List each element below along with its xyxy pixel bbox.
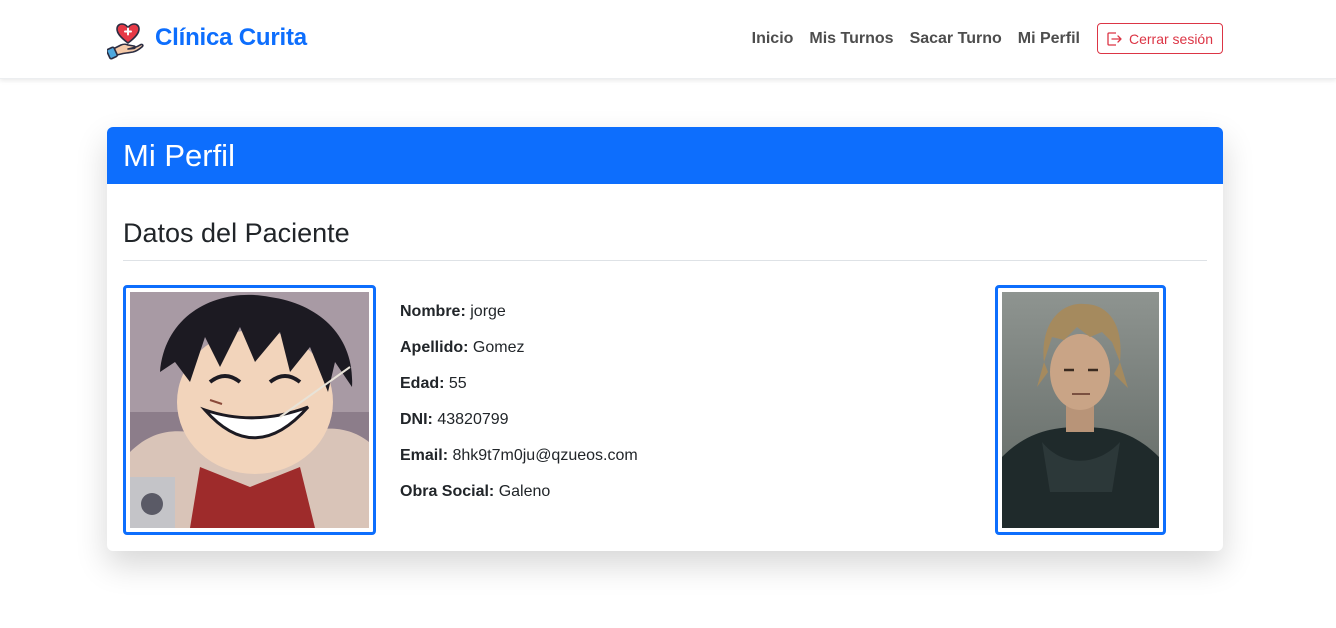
field-value: Galeno — [498, 483, 551, 500]
patient-photo-main — [123, 285, 376, 535]
field-label: Obra Social: — [400, 483, 495, 500]
heart-hand-icon — [107, 16, 147, 60]
profile-card: Mi Perfil Datos del Paciente Nombre: jor… — [107, 127, 1223, 551]
nav-link-inicio[interactable]: Inicio — [752, 30, 794, 48]
logout-label: Cerrar sesión — [1128, 30, 1213, 47]
page-title: Mi Perfil — [123, 137, 235, 173]
field-label: Apellido: — [400, 339, 469, 356]
brand-name: Clínica Curita — [155, 24, 307, 51]
brand-link[interactable]: Clínica Curita — [107, 16, 307, 60]
field-value: jorge — [470, 303, 506, 320]
main-nav: Inicio Mis Turnos Sacar Turno Mi Perfil … — [752, 23, 1223, 54]
nav-link-mis-turnos[interactable]: Mis Turnos — [809, 30, 893, 48]
field-edad: Edad: 55 — [400, 374, 900, 394]
field-label: DNI: — [400, 411, 433, 428]
card-header: Mi Perfil — [107, 127, 1223, 184]
navbar: Clínica Curita Inicio Mis Turnos Sacar T… — [0, 0, 1336, 79]
nav-link-sacar-turno[interactable]: Sacar Turno — [910, 30, 1002, 48]
field-label: Edad: — [400, 375, 445, 392]
patient-info: Nombre: jorge Apellido: Gomez Edad: 55 D… — [400, 302, 900, 518]
field-dni: DNI: 43820799 — [400, 410, 900, 430]
field-value: 43820799 — [437, 411, 509, 428]
nav-link-mi-perfil[interactable]: Mi Perfil — [1018, 30, 1080, 48]
logout-button[interactable]: Cerrar sesión — [1096, 23, 1223, 54]
field-email: Email: 8hk9t7m0ju@qzueos.com — [400, 446, 900, 466]
field-nombre: Nombre: jorge — [400, 302, 900, 322]
logout-icon — [1107, 31, 1129, 46]
section-title: Datos del Paciente — [123, 218, 350, 248]
patient-photo-secondary — [995, 285, 1166, 535]
field-label: Nombre: — [400, 303, 466, 320]
section-divider — [123, 260, 1207, 261]
field-value: Gomez — [472, 339, 525, 356]
field-value: 8hk9t7m0ju@qzueos.com — [452, 447, 638, 464]
field-value: 55 — [448, 375, 467, 392]
field-label: Email: — [400, 447, 449, 464]
field-apellido: Apellido: Gomez — [400, 338, 900, 358]
field-obra-social: Obra Social: Galeno — [400, 482, 900, 502]
